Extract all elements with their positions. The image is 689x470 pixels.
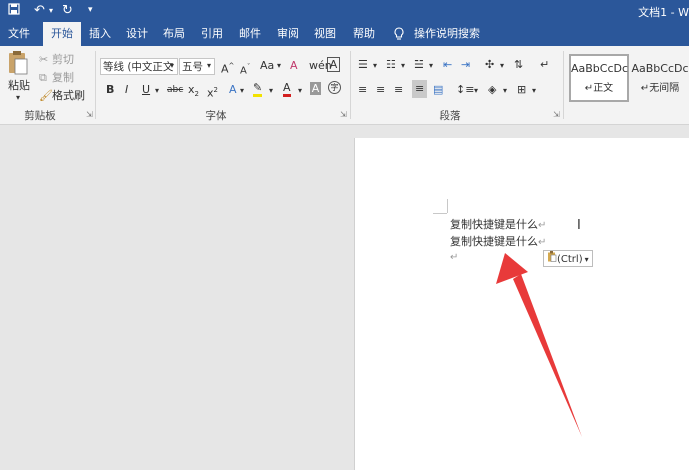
arrow-head <box>496 253 528 284</box>
arrow-shaft <box>513 274 582 437</box>
annotation-arrow-icon <box>496 253 582 437</box>
